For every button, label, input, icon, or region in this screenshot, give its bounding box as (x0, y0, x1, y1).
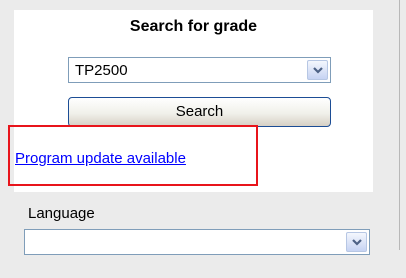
language-select[interactable] (24, 229, 370, 255)
panel-divider (399, 0, 400, 250)
search-title: Search for grade (129, 18, 258, 35)
highlight-annotation (8, 125, 258, 186)
chevron-down-icon (313, 67, 323, 74)
search-button[interactable]: Search (68, 97, 331, 127)
grade-select-value: TP2500 (75, 62, 128, 79)
grade-select[interactable]: TP2500 (68, 57, 331, 83)
chevron-down-icon (352, 239, 362, 246)
language-dropdown-button[interactable] (346, 232, 367, 252)
language-label: Language (28, 205, 95, 222)
grade-dropdown-button[interactable] (307, 60, 328, 80)
